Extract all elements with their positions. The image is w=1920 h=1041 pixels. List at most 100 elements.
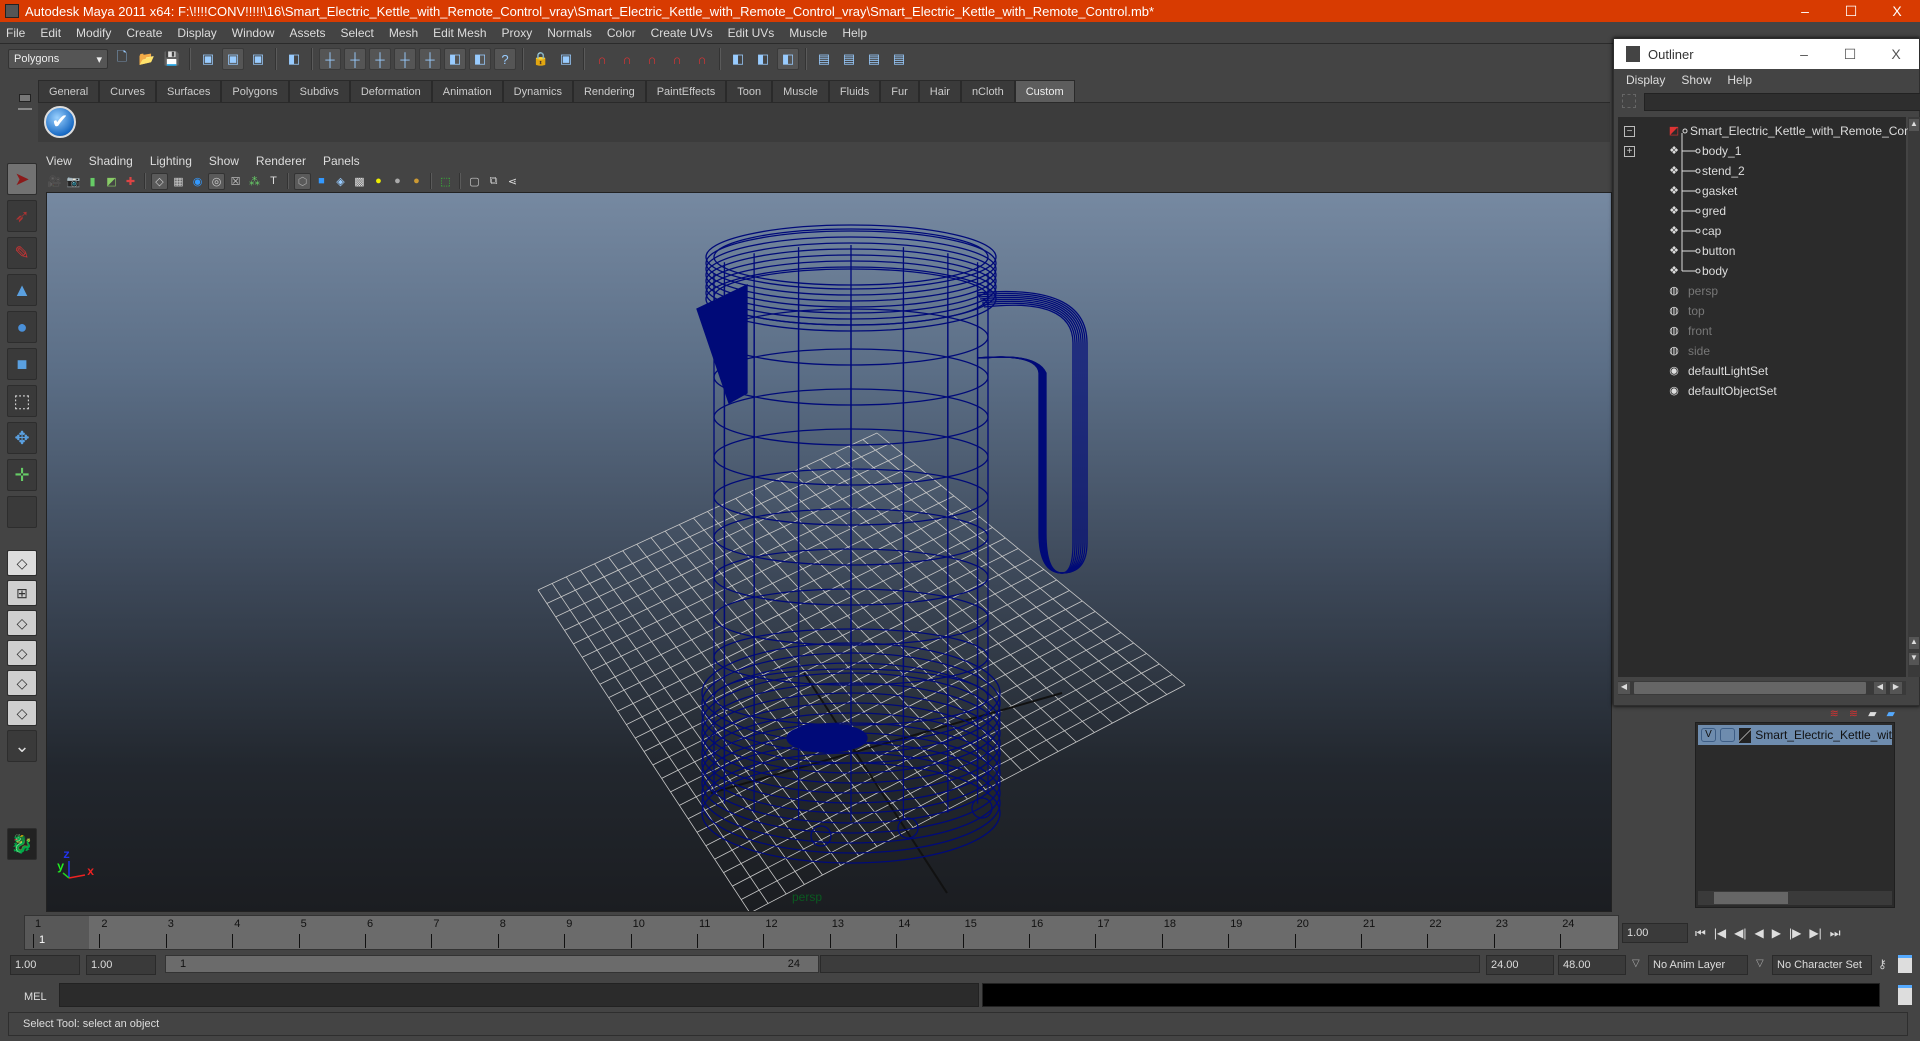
layer-visibility-toggle[interactable]: V xyxy=(1701,728,1717,742)
shadows-icon[interactable]: ● xyxy=(389,173,406,190)
panel-menu-show[interactable]: Show xyxy=(209,154,239,168)
outliner-minimize-button[interactable]: – xyxy=(1781,46,1827,62)
step-forward-frame-icon[interactable]: |▶ xyxy=(1789,926,1801,940)
bookmark-icon[interactable]: ▮ xyxy=(84,173,101,190)
snap-curve-icon[interactable]: ┼ xyxy=(344,48,366,70)
current-frame-field[interactable]: 1.00 xyxy=(1622,923,1688,943)
scroll-left-icon[interactable]: ◀ xyxy=(1874,682,1886,694)
save-scene-icon[interactable]: 💾 xyxy=(161,48,183,70)
menu-assets[interactable]: Assets xyxy=(289,26,325,40)
step-back-key-icon[interactable]: |◀ xyxy=(1714,926,1726,940)
field-chart-icon[interactable]: ☒ xyxy=(227,173,244,190)
shelf-tab-general[interactable]: General xyxy=(38,80,100,102)
outliner-maximize-button[interactable]: ☐ xyxy=(1827,46,1873,63)
menu-muscle[interactable]: Muscle xyxy=(789,26,827,40)
output-ops-icon[interactable]: ◧ xyxy=(752,48,774,70)
lock-icon[interactable]: 🔒 xyxy=(530,48,552,70)
menu-window[interactable]: Window xyxy=(232,26,275,40)
shelf-tab-toon[interactable]: Toon xyxy=(726,80,773,102)
construction-history-icon[interactable]: ◧ xyxy=(777,48,799,70)
persp-outliner-graph-layout-button[interactable]: ◇ xyxy=(7,700,37,726)
use-lights-icon[interactable]: ● xyxy=(370,173,387,190)
scroll-down-icon[interactable]: ▼ xyxy=(1909,653,1919,665)
outliner-menu-show[interactable]: Show xyxy=(1681,73,1711,87)
menu-proxy[interactable]: Proxy xyxy=(502,26,533,40)
layer-horizontal-scrollbar[interactable] xyxy=(1698,891,1892,905)
outliner-item[interactable]: ❖ cap xyxy=(1618,221,1906,241)
outliner-item[interactable]: ❖ stend_2 xyxy=(1618,161,1906,181)
minimize-button[interactable]: – xyxy=(1782,3,1828,19)
render-view-icon[interactable]: ▤ xyxy=(813,48,835,70)
help-icon[interactable]: ? xyxy=(494,48,516,70)
scroll-up-icon[interactable]: ▲ xyxy=(1909,637,1919,649)
gate-mask-icon[interactable]: ◎ xyxy=(208,172,225,190)
playback-end-field[interactable]: 24.00 xyxy=(1486,955,1554,975)
shelf-tab-surfaces[interactable]: Surfaces xyxy=(155,80,222,102)
layer-playback-toggle[interactable] xyxy=(1720,728,1736,742)
last-tool[interactable] xyxy=(7,496,37,528)
snap-point-icon[interactable]: ┼ xyxy=(369,48,391,70)
input-ops-icon[interactable]: ◧ xyxy=(727,48,749,70)
layer-color-swatch[interactable] xyxy=(1739,727,1752,743)
new-layer-icon[interactable]: ≋ xyxy=(1830,707,1839,721)
outliner-item[interactable]: + ❖ body_1 xyxy=(1618,141,1906,161)
snap-live-icon[interactable]: ┼ xyxy=(419,48,441,70)
menu-help[interactable]: Help xyxy=(842,26,867,40)
camera-select-icon[interactable]: 🎥 xyxy=(46,173,63,190)
shelf-tab-deformation[interactable]: Deformation xyxy=(349,80,432,102)
outliner-item[interactable]: ◍ side xyxy=(1618,341,1906,361)
select-tool[interactable]: ➤ xyxy=(7,163,37,195)
scroll-up-icon[interactable]: ▲ xyxy=(1909,119,1919,131)
maximize-button[interactable]: ☐ xyxy=(1828,3,1874,20)
outliner-menu-help[interactable]: Help xyxy=(1727,73,1752,87)
step-forward-key-icon[interactable]: ▶| xyxy=(1809,926,1821,940)
panel-menu-shading[interactable]: Shading xyxy=(89,154,133,168)
render-icon[interactable]: ▤ xyxy=(838,48,860,70)
scroll-thumb[interactable] xyxy=(1634,682,1866,694)
animation-start-field[interactable]: 1.00 xyxy=(10,955,80,975)
close-button[interactable]: X xyxy=(1874,3,1920,19)
shelf-tab-dynamics[interactable]: Dynamics xyxy=(502,80,573,102)
selection-mask-icon[interactable]: ▣ xyxy=(555,48,577,70)
menu-set-dropdown[interactable]: Polygons ▾ xyxy=(8,49,108,69)
open-scene-icon[interactable]: 📂 xyxy=(136,48,158,70)
image-plane-icon[interactable]: ◩ xyxy=(103,173,120,190)
xray-icon[interactable]: ▢ xyxy=(466,173,483,190)
outliner-vertical-scrollbar[interactable]: ▲ ▲ ▼ xyxy=(1908,117,1920,677)
select-hierarchy-icon[interactable]: ▣ xyxy=(197,48,219,70)
command-language-label[interactable]: MEL xyxy=(24,991,47,1003)
shelf-tab-animation[interactable]: Animation xyxy=(431,80,503,102)
play-backward-icon[interactable]: ◀ xyxy=(1755,926,1764,940)
high-quality-icon[interactable]: ● xyxy=(408,173,425,190)
camera-attributes-icon[interactable]: 📷 xyxy=(65,173,82,190)
move-tool[interactable]: ▲ xyxy=(7,274,37,306)
expand-icon[interactable]: + xyxy=(1624,145,1635,157)
snap-view-plane-icon[interactable]: ┼ xyxy=(394,48,416,70)
scroll-right-icon[interactable]: ▶ xyxy=(1890,682,1902,694)
layer-render-icon[interactable]: ▰ xyxy=(1887,707,1895,721)
chevron-down-icon[interactable]: ▽ xyxy=(1756,958,1764,969)
more-layouts-button[interactable]: ⌄ xyxy=(7,730,37,762)
rotate-tool[interactable]: ● xyxy=(7,311,37,343)
shelf-handle[interactable] xyxy=(16,80,34,142)
command-input[interactable] xyxy=(59,983,979,1007)
magnet-grid-icon[interactable]: ∩ xyxy=(591,48,613,70)
go-to-start-icon[interactable]: ⏮ xyxy=(1695,926,1706,941)
scroll-left-icon[interactable]: ◀ xyxy=(1618,682,1630,694)
safe-action-icon[interactable]: ⁂ xyxy=(246,173,263,190)
play-forward-icon[interactable]: ▶ xyxy=(1772,926,1781,940)
panel-menu-panels[interactable]: Panels xyxy=(323,154,360,168)
textured-icon[interactable]: ▩ xyxy=(351,173,368,190)
step-back-frame-icon[interactable]: ◀| xyxy=(1734,926,1746,940)
anim-layer-dropdown[interactable]: No Anim Layer xyxy=(1648,955,1748,975)
safe-title-icon[interactable]: T xyxy=(265,173,282,190)
wireframe-icon[interactable]: ⬡ xyxy=(294,172,311,190)
scroll-thumb[interactable] xyxy=(1714,892,1788,904)
outliner-close-button[interactable]: X xyxy=(1873,46,1919,62)
outliner-item[interactable]: ◍ persp xyxy=(1618,281,1906,301)
paint-select-tool[interactable]: ✎ xyxy=(7,237,37,269)
magnet-live-icon[interactable]: ∩ xyxy=(691,48,713,70)
select-component-icon[interactable]: ▣ xyxy=(247,48,269,70)
render-settings-icon[interactable]: ▤ xyxy=(888,48,910,70)
smooth-shade-icon[interactable]: ■ xyxy=(313,173,330,190)
